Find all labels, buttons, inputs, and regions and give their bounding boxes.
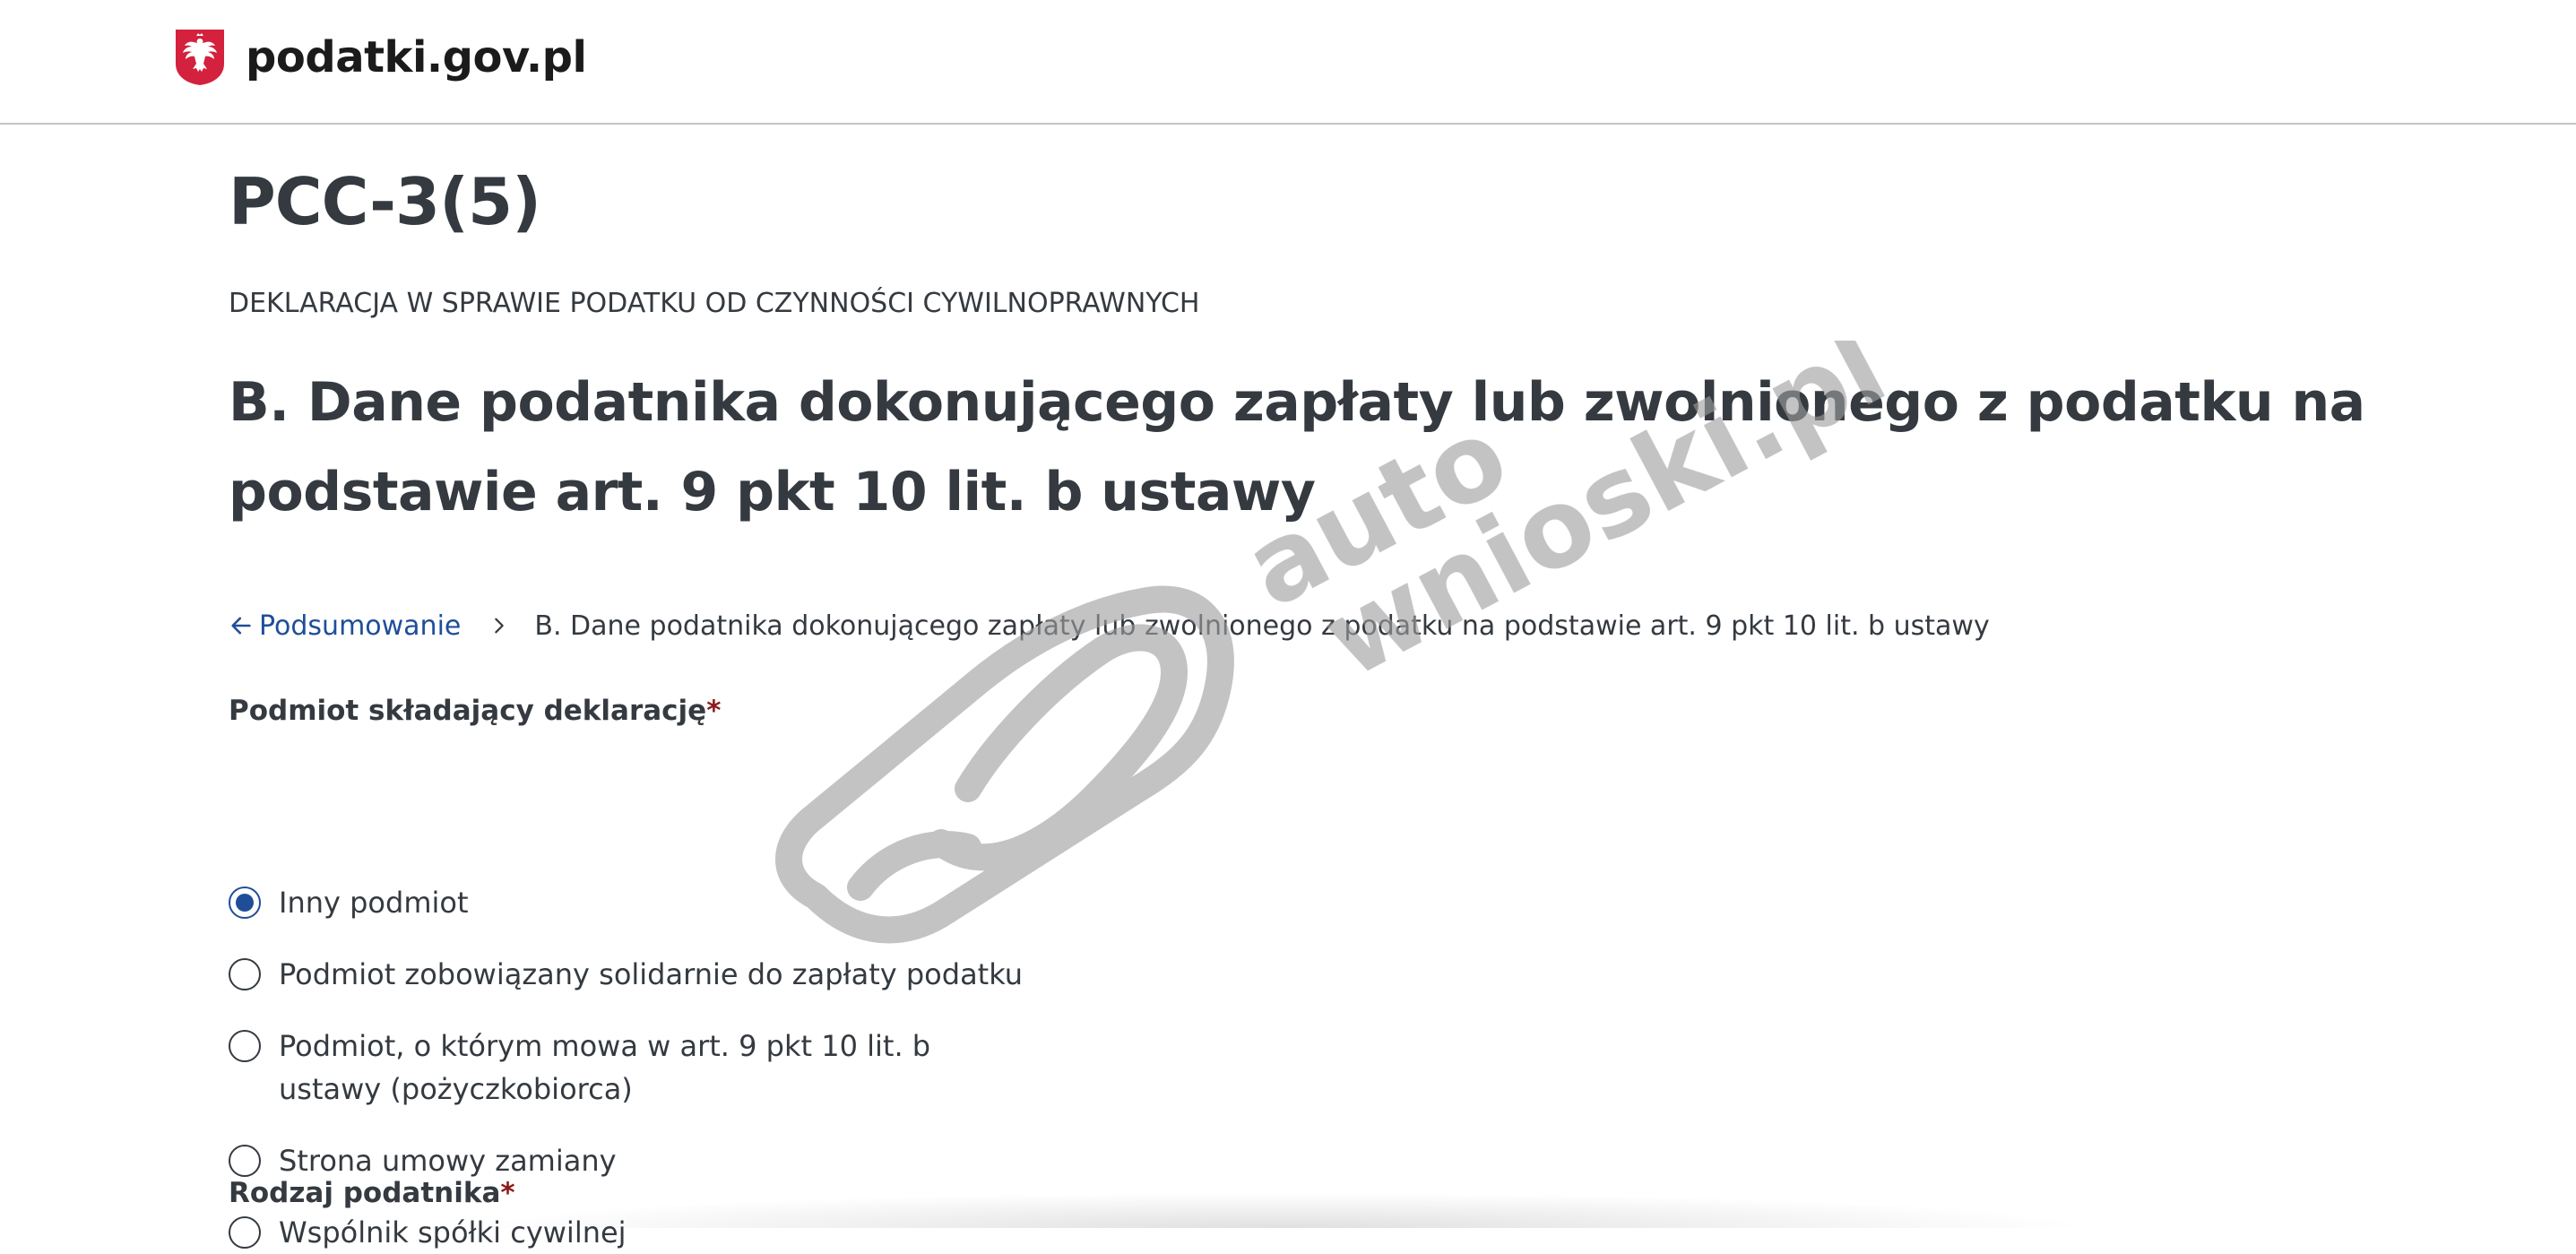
home-logo-link[interactable]: podatki.gov.pl (174, 27, 587, 88)
declarant-label-text: Podmiot składający deklarację (229, 695, 707, 727)
site-header: podatki.gov.pl (0, 0, 2576, 125)
radio-button[interactable] (229, 1030, 261, 1062)
radio-button[interactable] (229, 958, 261, 990)
radio-button-selected[interactable] (229, 886, 261, 919)
radio-button[interactable] (229, 1216, 261, 1249)
form-subtitle: DEKLARACJA W SPRAWIE PODATKU OD CZYNNOŚC… (229, 288, 1200, 319)
chevron-right-icon (495, 618, 505, 634)
radio-option-label: Inny podmiot (279, 886, 469, 920)
taxpayer-type-label-text: Rodzaj podatnika (229, 1177, 501, 1209)
radio-option-label: Strona umowy zamiany (279, 1144, 617, 1178)
site-name: podatki.gov.pl (246, 32, 587, 82)
back-to-summary-link[interactable]: Podsumowanie (229, 610, 461, 642)
radio-option-umowa-zamiany[interactable]: Strona umowy zamiany (229, 1139, 617, 1182)
radio-option-solidarnie[interactable]: Podmiot zobowiązany solidarnie do zapłat… (229, 953, 1023, 996)
required-mark: * (706, 695, 722, 727)
bottom-shadow (466, 1192, 2097, 1228)
radio-option-label: Podmiot, o którym mowa w art. 9 pkt 10 l… (279, 1029, 931, 1106)
arrow-left-icon (231, 617, 251, 635)
declarant-field-label: Podmiot składający deklarację* (229, 695, 721, 727)
breadcrumb: Podsumowanie B. Dane podatnika dokonując… (229, 605, 1990, 646)
form-code-title: PCC-3(5) (229, 164, 541, 239)
polish-eagle-emblem-icon (176, 30, 224, 85)
radio-option-inny-podmiot[interactable]: Inny podmiot (229, 881, 469, 924)
radio-option-pozyczkobiorca[interactable]: Podmiot, o którym mowa w art. 9 pkt 10 l… (229, 1025, 964, 1111)
section-title: B. Dane podatnika dokonującego zapłaty l… (229, 371, 2365, 523)
breadcrumb-current: B. Dane podatnika dokonującego zapłaty l… (534, 610, 1990, 642)
radio-button[interactable] (229, 1145, 261, 1177)
radio-option-label: Podmiot zobowiązany solidarnie do zapłat… (279, 957, 1024, 991)
back-link-label: Podsumowanie (259, 610, 462, 642)
